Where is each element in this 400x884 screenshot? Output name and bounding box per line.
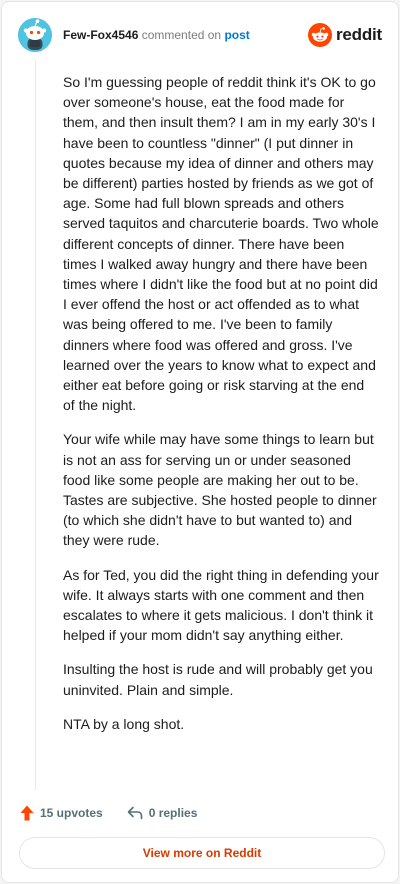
comment-meta: Few-Fox4546 commented on post (63, 28, 250, 42)
action-text: commented on (141, 28, 222, 42)
upvotes-count: 15 upvotes (40, 806, 103, 820)
comment-paragraph: Your wife while may have some things to … (63, 431, 377, 549)
username-link[interactable]: Few-Fox4546 (63, 28, 138, 42)
reddit-logo-icon (307, 23, 332, 47)
comment-body: So I'm guessing people of reddit think i… (63, 72, 379, 748)
replies-count: 0 replies (148, 806, 198, 820)
comment-paragraph: So I'm guessing people of reddit think i… (63, 74, 379, 414)
comment-embed-card: Few-Fox4546 commented on post reddit So … (1, 1, 399, 883)
replies-stat[interactable]: 0 replies (127, 806, 198, 820)
comment-paragraph: Insulting the host is rude and will prob… (63, 661, 373, 698)
comment-header: Few-Fox4546 commented on post reddit (18, 18, 382, 52)
comment-footer: 15 upvotes 0 replies (20, 804, 197, 822)
upvotes-stat[interactable]: 15 upvotes (20, 805, 103, 821)
comment-paragraph: NTA by a long shot. (63, 715, 185, 732)
reddit-logo[interactable]: reddit (307, 22, 382, 48)
view-more-button[interactable]: View more on Reddit (19, 837, 385, 869)
snoo-avatar-icon[interactable] (18, 18, 52, 52)
upvote-arrow-icon (20, 805, 34, 821)
thread-line (35, 60, 36, 790)
reddit-wordmark: reddit (335, 25, 382, 44)
view-more-label: View more on Reddit (142, 846, 262, 860)
comment-paragraph: As for Ted, you did the right thing in d… (63, 566, 379, 644)
reply-arrow-icon (127, 806, 143, 820)
post-link[interactable]: post (224, 28, 249, 42)
